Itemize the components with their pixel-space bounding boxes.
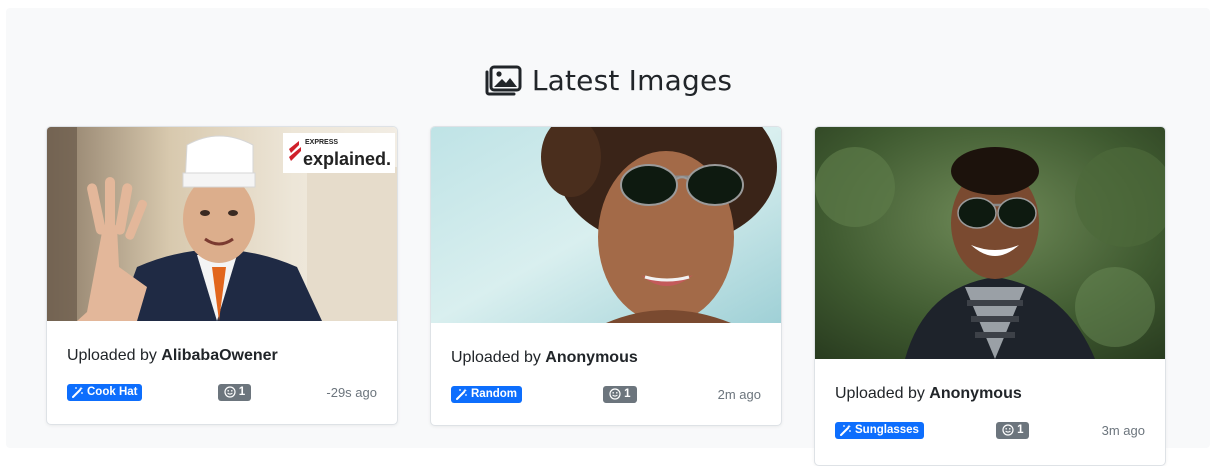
uploader-name: Anonymous	[545, 349, 638, 366]
uploaded-by-line: Uploaded by Anonymous	[451, 349, 761, 367]
uploader-name: AlibabaOwener	[161, 347, 278, 364]
uploaded-by-label: Uploaded by	[835, 385, 925, 402]
card-meta: Cook Hat 1 -29s ago	[67, 383, 377, 401]
faces-count: 1	[1017, 424, 1024, 436]
image-card[interactable]: EXPRESS explained. Uploaded by AlibabaOw…	[46, 126, 398, 425]
filter-label: Sunglasses	[855, 424, 919, 436]
card-body: Uploaded by Anonymous Sunglasses 1 3m ag…	[815, 385, 1165, 439]
faces-badge: 1	[996, 421, 1030, 439]
card-image[interactable]	[431, 127, 782, 323]
card-body: Uploaded by AlibabaOwener Cook Hat 1 -29…	[47, 347, 397, 401]
uploaded-by-label: Uploaded by	[451, 349, 541, 366]
latest-images-section: Latest Images EXPRESS explained. Uploade…	[6, 8, 1210, 466]
magic-wand-icon	[456, 388, 467, 400]
watermark-small: EXPRESS	[305, 139, 338, 146]
card-image[interactable]	[815, 127, 1166, 359]
magic-wand-icon	[840, 424, 851, 436]
card-meta: Random 1 2m ago	[451, 385, 761, 403]
filter-label: Cook Hat	[87, 386, 138, 398]
uploaded-by-label: Uploaded by	[67, 347, 157, 364]
filter-badge: Random	[451, 385, 522, 403]
image-card[interactable]: Uploaded by Anonymous Sunglasses 1 3m ag…	[814, 126, 1166, 466]
uploaded-by-line: Uploaded by AlibabaOwener	[67, 347, 377, 365]
time-ago: -29s ago	[326, 384, 377, 400]
faces-badge: 1	[603, 385, 637, 403]
smiley-icon	[609, 388, 621, 400]
watermark-big: explained.	[303, 149, 391, 169]
uploaded-by-line: Uploaded by Anonymous	[835, 385, 1145, 403]
card-image[interactable]: EXPRESS explained.	[47, 127, 398, 321]
card-meta: Sunglasses 1 3m ago	[835, 421, 1145, 439]
time-ago: 2m ago	[717, 386, 761, 402]
faces-badge: 1	[217, 383, 252, 401]
faces-count: 1	[238, 386, 246, 398]
smiley-icon	[1002, 424, 1014, 436]
filter-badge: Cook Hat	[67, 383, 143, 401]
page-title: Latest Images	[531, 64, 733, 97]
section-heading: Latest Images	[6, 64, 1210, 97]
image-card[interactable]: Uploaded by Anonymous Random 1 2m ago	[430, 126, 782, 426]
time-ago: 3m ago	[1101, 422, 1145, 438]
smiley-icon	[224, 386, 236, 398]
magic-wand-icon	[72, 386, 83, 398]
images-icon	[485, 65, 522, 95]
filter-badge: Sunglasses	[835, 421, 924, 439]
filter-label: Random	[471, 388, 517, 400]
faces-count: 1	[624, 388, 631, 400]
uploader-name: Anonymous	[929, 385, 1022, 402]
card-body: Uploaded by Anonymous Random 1 2m ago	[431, 349, 781, 403]
